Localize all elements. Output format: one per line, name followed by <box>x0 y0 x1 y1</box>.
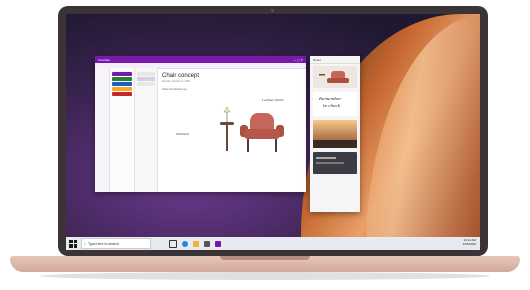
chair-seat <box>244 129 280 139</box>
page-item[interactable] <box>137 72 155 76</box>
onenote-window[interactable]: OneNote — ▢ ✕ Chair concept Monday, Octo… <box>95 56 306 192</box>
card-ink-1: Remember <box>319 96 342 101</box>
onenote-app-title: OneNote <box>98 57 111 62</box>
card-ink-2: to check <box>323 103 341 108</box>
section-tab[interactable] <box>112 87 132 91</box>
chair-leg <box>275 139 277 152</box>
note-card-chair[interactable] <box>313 66 357 88</box>
ink-annotation: Leather fabric <box>262 98 284 102</box>
table-leg <box>226 125 228 151</box>
taskbar: ⌕ Type here to search 10:14 AM 10/5/2020 <box>66 237 480 250</box>
onenote-body: Chair concept Monday, October 5, 2020 Ch… <box>95 68 306 192</box>
ink-annotation: Ottoman <box>176 132 190 136</box>
edge-icon[interactable] <box>182 240 188 247</box>
page-date: Monday, October 5, 2020 <box>162 80 191 83</box>
lamp-sketch <box>222 106 232 122</box>
section-tab[interactable] <box>112 77 132 81</box>
onenote-taskbar-icon[interactable] <box>215 240 221 247</box>
sticky-notes-panel[interactable]: Notes Remember to check <box>310 56 360 212</box>
note-card-dark[interactable] <box>313 152 357 174</box>
task-view-icon[interactable] <box>169 239 177 248</box>
page-list[interactable] <box>135 68 158 192</box>
note-text[interactable]: Chair and ottoman set <box>162 88 302 91</box>
page-item[interactable] <box>137 82 155 86</box>
note-card-ink[interactable]: Remember to check <box>313 92 357 116</box>
section-tab[interactable] <box>112 92 132 96</box>
panel-title: Notes <box>310 56 360 64</box>
taskbar-apps <box>169 239 221 248</box>
laptop-shadow <box>40 272 490 280</box>
taskbar-search[interactable]: ⌕ Type here to search <box>81 238 151 249</box>
card-line <box>316 157 336 159</box>
chair-leg <box>247 139 249 152</box>
window-controls[interactable]: — ▢ ✕ <box>293 58 303 62</box>
webcam <box>271 9 274 12</box>
note-canvas[interactable]: Chair concept Monday, October 5, 2020 Ch… <box>158 68 306 192</box>
section-tab[interactable] <box>112 72 132 76</box>
chair-sketch <box>240 113 284 153</box>
search-icon: ⌕ <box>84 241 86 246</box>
section-list[interactable] <box>110 68 135 192</box>
notebook-rail[interactable] <box>95 68 110 192</box>
file-explorer-icon[interactable] <box>193 240 199 247</box>
note-card-photo[interactable] <box>313 120 357 148</box>
laptop: OneNote — ▢ ✕ Chair concept Monday, Octo… <box>0 0 530 290</box>
laptop-lip <box>220 256 310 260</box>
card-line <box>316 162 344 164</box>
side-table-sketch <box>220 122 234 152</box>
section-tab[interactable] <box>112 82 132 86</box>
start-button[interactable] <box>69 239 77 248</box>
store-icon[interactable] <box>204 240 210 247</box>
screen: OneNote — ▢ ✕ Chair concept Monday, Octo… <box>66 14 480 250</box>
clock-date: 10/5/2020 <box>462 242 476 246</box>
page-item-selected[interactable] <box>137 77 155 81</box>
search-placeholder: Type here to search <box>87 241 119 246</box>
page-title[interactable]: Chair concept <box>162 73 302 79</box>
onenote-titlebar[interactable]: OneNote — ▢ ✕ <box>95 56 306 63</box>
system-tray[interactable]: 10:14 AM 10/5/2020 <box>463 238 476 246</box>
